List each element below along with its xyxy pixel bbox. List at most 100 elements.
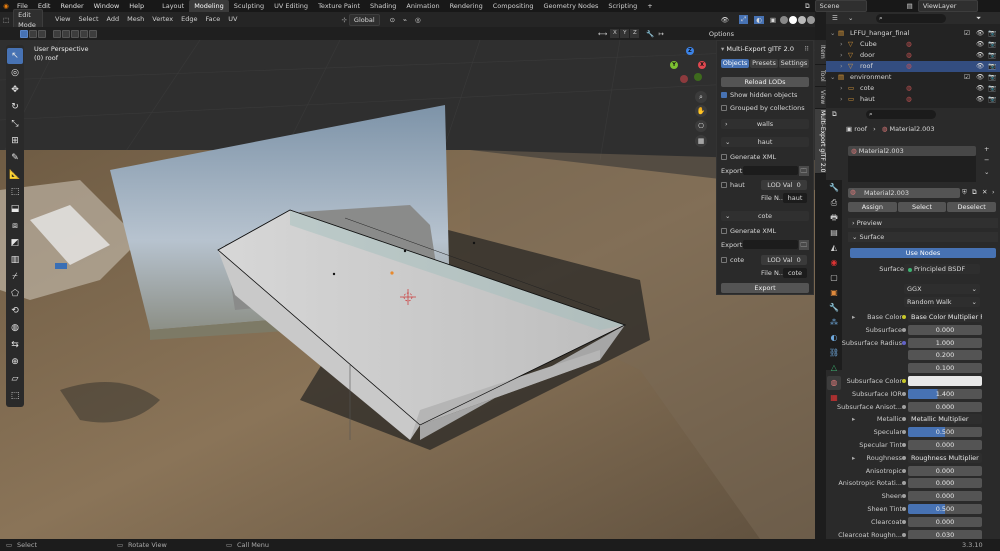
expand-icon[interactable]: › [840, 83, 843, 94]
snap-icon[interactable]: ⌁ [403, 16, 407, 24]
3d-viewport[interactable]: User Perspective (0) roof Z X Y ⌕ ✋ ⎔ ▦ [0, 40, 815, 539]
world-tab-icon[interactable]: ◉ [827, 256, 841, 270]
eye-icon[interactable]: 👁 [976, 94, 984, 105]
camera-render-icon[interactable]: 📷 [988, 72, 996, 83]
rip-tool-icon[interactable]: ⬚ [7, 388, 23, 404]
cote-file-field[interactable]: cote [783, 268, 807, 278]
property-field[interactable]: 0.000 [908, 478, 982, 489]
camera-render-icon[interactable]: 📷 [988, 50, 996, 61]
proportional-icon[interactable]: ◎ [415, 16, 421, 24]
expand-icon[interactable]: ▸ [852, 312, 855, 323]
grid-perspective-icon[interactable]: ▦ [695, 135, 707, 147]
property-field[interactable] [908, 376, 982, 386]
expand-icon[interactable]: › [840, 61, 843, 72]
knife-tool-icon[interactable]: ⌿ [7, 269, 23, 285]
outliner-search-input[interactable]: ⌕ [876, 14, 946, 23]
scale-tool-icon[interactable]: ⤡ [7, 116, 23, 132]
constraints-tab-icon[interactable]: ⛓ [827, 346, 841, 360]
use-nodes-button[interactable]: Use Nodes [850, 248, 996, 258]
physics-tab-icon[interactable]: ◐ [827, 331, 841, 345]
camera-render-icon[interactable]: 📷 [988, 94, 996, 105]
socket-icon[interactable] [902, 532, 906, 537]
duplicate-icon[interactable]: ⧉ [972, 188, 977, 197]
select-mode-button-4[interactable] [80, 29, 88, 38]
render-tab-icon[interactable]: ⎙ [827, 196, 841, 210]
editor-type-icon[interactable]: ⬚ [3, 16, 9, 24]
transform-orientation[interactable]: Global [348, 13, 380, 26]
options-menu[interactable]: Options [709, 30, 734, 38]
workspace-tab-5[interactable]: Shading [365, 0, 401, 12]
expand-icon[interactable]: › [840, 94, 843, 105]
property-field[interactable]: 0.000 [908, 401, 982, 412]
camera-render-icon[interactable]: 📷 [988, 61, 996, 72]
side-tab-multi-export[interactable]: Multi-Export glTF 2.0 [815, 109, 826, 174]
eye-icon[interactable]: 👁 [976, 50, 984, 61]
navigation-gizmo[interactable]: Z X Y [668, 45, 712, 89]
outliner-row[interactable]: › ▽ door ◍ 👁 📷 [826, 50, 1000, 61]
haut-file-field[interactable]: haut [783, 193, 807, 203]
viewport-menu-7[interactable]: UV [224, 12, 241, 27]
show-hidden-checkbox[interactable]: Show hidden objects [721, 90, 809, 100]
select-mode-button-1[interactable] [53, 29, 61, 38]
arrow-icon[interactable]: ↦ [658, 30, 663, 38]
mirror-axis-2[interactable]: Z [630, 29, 640, 38]
transform-tool-icon[interactable]: ⊞ [7, 133, 23, 149]
view-layer-selector[interactable]: ViewLayer [917, 0, 978, 12]
object-tab-icon[interactable]: ▣ [827, 286, 841, 300]
eye-icon[interactable]: 👁 [976, 61, 984, 72]
surface-shader-field[interactable]: Principled BSDF [904, 264, 980, 274]
data-tab-icon[interactable]: △ [827, 361, 841, 375]
preview-panel-header[interactable]: › Preview [848, 218, 998, 228]
socket-icon[interactable] [902, 494, 906, 499]
workspace-tab-7[interactable]: Rendering [445, 0, 488, 12]
property-field[interactable]: 0.000 [908, 440, 982, 450]
measure-tool-icon[interactable]: 📐 [7, 167, 23, 183]
property-field[interactable]: 0.000 [908, 516, 982, 527]
rendered-shading-icon[interactable] [807, 15, 815, 24]
cote-section-header[interactable]: ⌄ cote [721, 211, 809, 221]
property-field[interactable]: 0.200 [908, 350, 982, 361]
eye-icon[interactable]: 👁 [976, 72, 984, 83]
eye-icon[interactable]: 👁 [976, 39, 984, 50]
property-field[interactable]: 1.400 [908, 388, 982, 399]
modifier-tab-icon[interactable]: 🔧 [827, 301, 841, 315]
socket-icon[interactable] [902, 417, 906, 422]
menu-4[interactable]: Help [124, 0, 149, 12]
property-field[interactable]: 0.000 [908, 491, 982, 502]
expand-icon[interactable]: › [840, 39, 843, 50]
outliner-display-mode-icon[interactable]: ⌄ [848, 14, 853, 22]
slot-remove-icon[interactable]: − [984, 156, 989, 164]
particles-tab-icon[interactable]: ⁂ [827, 316, 841, 330]
wrench-icon[interactable]: 🔧 [646, 30, 654, 38]
material-shading-icon[interactable] [798, 15, 806, 24]
haut-section-header[interactable]: ⌄ haut [721, 137, 809, 147]
viewport-menu-0[interactable]: View [51, 12, 74, 27]
select-box-tool-icon[interactable]: ↖ [7, 48, 23, 64]
tool-tab-icon[interactable]: 🔧 [827, 181, 841, 195]
camera-icon[interactable]: ⎔ [695, 120, 707, 132]
folder-icon[interactable]: 🗀 [798, 166, 809, 176]
outliner-row[interactable]: › ▭ cote ◍ 👁 📷 [826, 83, 1000, 94]
inset-tool-icon[interactable]: ⧈ [7, 218, 23, 234]
tab-objects[interactable]: Objects [721, 59, 749, 68]
spin-tool-icon[interactable]: ⟲ [7, 303, 23, 319]
expand-icon[interactable]: ▸ [852, 414, 855, 425]
scene-selector[interactable]: Scene [814, 0, 867, 12]
export-button[interactable]: Export [721, 283, 809, 293]
mirror-icon[interactable]: ⟷ [598, 30, 607, 38]
visibility-icon[interactable]: 👁 [721, 16, 729, 24]
socket-icon[interactable] [902, 327, 906, 332]
viewport-menu-3[interactable]: Mesh [123, 12, 148, 27]
smooth-tool-icon[interactable]: ◍ [7, 320, 23, 336]
haut-lod-field[interactable]: LOD Val 0 [761, 180, 807, 190]
slot-add-icon[interactable]: + [984, 145, 989, 153]
poly-build-tool-icon[interactable]: ⬠ [7, 286, 23, 302]
select-mode-button-2[interactable] [62, 29, 70, 38]
edge-select-button[interactable] [29, 29, 37, 38]
outliner-row[interactable]: › ▭ haut ◍ 👁 📷 [826, 94, 1000, 105]
shrink-tool-icon[interactable]: ⊕ [7, 354, 23, 370]
outliner-editor-icon[interactable]: ☰ [832, 14, 838, 22]
checkbox-icon[interactable]: ☑ [964, 28, 970, 39]
socket-icon[interactable] [902, 340, 906, 345]
workspace-tab-8[interactable]: Compositing [488, 0, 539, 12]
